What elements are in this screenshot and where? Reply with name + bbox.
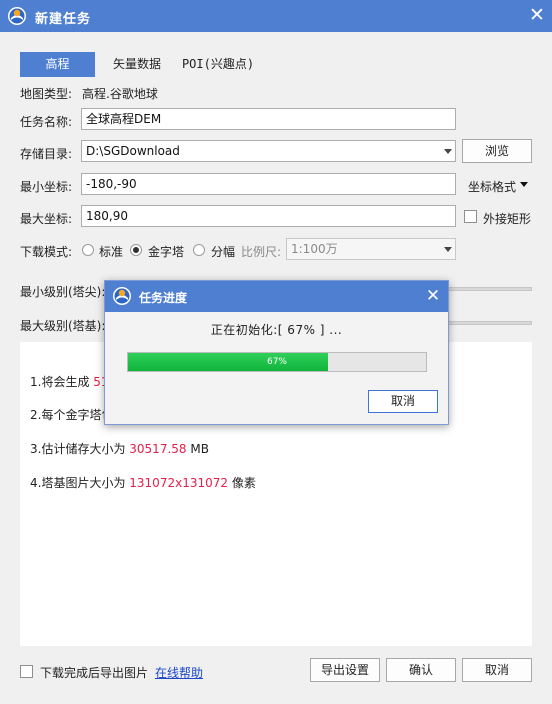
mode-standard-radio[interactable] bbox=[82, 244, 94, 256]
max-coord-input[interactable]: 180,90 bbox=[81, 205, 456, 227]
min-coord-input[interactable]: -180,-90 bbox=[81, 173, 456, 195]
map-type-value: 高程.谷歌地球 bbox=[82, 87, 158, 101]
ok-button[interactable]: 确认 bbox=[386, 658, 456, 682]
progress-dialog-title: 任务进度 bbox=[139, 291, 188, 305]
min-level-label: 最小级别(塔尖): bbox=[20, 285, 106, 299]
info-line-1: 1.将会生成 51 bbox=[30, 375, 109, 389]
progress-bar-text: 67% bbox=[266, 357, 287, 367]
scale-label: 比例尺: bbox=[241, 245, 282, 259]
window-title: 新建任务 bbox=[35, 12, 92, 27]
storage-size-value: 30517.58 bbox=[129, 442, 187, 456]
info-line-4: 4.塔基图片大小为 131072x131072 像素 bbox=[30, 476, 256, 490]
tab-elevation[interactable]: 高程 bbox=[20, 52, 95, 77]
coord-format-label: 坐标格式 bbox=[468, 180, 517, 194]
progress-dialog-title-bar: 任务进度 ✕ bbox=[105, 281, 448, 312]
image-size-value: 131072x131072 bbox=[129, 476, 228, 490]
mode-pyramid-radio[interactable] bbox=[130, 244, 142, 256]
app-logo-icon bbox=[113, 287, 131, 305]
min-coord-label: 最小坐标: bbox=[20, 180, 73, 194]
online-help-link[interactable]: 在线帮助 bbox=[155, 664, 203, 681]
map-type-label: 地图类型: bbox=[20, 87, 73, 101]
info-line-3: 3.估计储存大小为 30517.58 MB bbox=[30, 442, 209, 456]
download-mode-label: 下载模式: bbox=[20, 245, 73, 259]
mode-standard-label: 标准 bbox=[99, 245, 124, 259]
export-settings-button[interactable]: 导出设置 bbox=[310, 658, 380, 682]
mode-tiled-radio[interactable] bbox=[193, 244, 205, 256]
scale-value: 1:100万 bbox=[291, 242, 338, 256]
mode-tiled-label: 分幅 bbox=[211, 245, 236, 259]
export-after-label: 下载完成后导出图片 bbox=[40, 666, 149, 680]
max-level-label: 最大级别(塔基): bbox=[20, 319, 106, 333]
close-icon[interactable]: ✕ bbox=[423, 285, 443, 307]
browse-button[interactable]: 浏览 bbox=[462, 139, 532, 163]
task-name-input[interactable]: 全球高程DEM bbox=[81, 108, 456, 130]
progress-cancel-button[interactable]: 取消 bbox=[368, 390, 438, 413]
storage-value: D:\SGDownload bbox=[86, 144, 180, 158]
info-line-2: 2.每个金字塔包 bbox=[30, 408, 114, 422]
tab-vector-data[interactable]: 矢量数据 bbox=[104, 52, 170, 77]
tab-poi[interactable]: POI(兴趣点) bbox=[178, 52, 258, 77]
progress-dialog: 任务进度 ✕ 正在初始化:[ 67% ] ... 67% 取消 bbox=[104, 280, 449, 425]
progress-bar: 67% bbox=[127, 352, 427, 372]
progress-message: 正在初始化:[ 67% ] ... bbox=[210, 323, 343, 337]
caret-down-icon bbox=[520, 182, 528, 187]
scale-select[interactable]: 1:100万 bbox=[286, 238, 456, 260]
storage-label: 存储目录: bbox=[20, 147, 73, 161]
cancel-button[interactable]: 取消 bbox=[462, 658, 532, 682]
title-bar: 新建任务 ✕ bbox=[0, 0, 552, 32]
coord-format-button[interactable]: 坐标格式 bbox=[468, 178, 528, 195]
outer-rect-checkbox[interactable] bbox=[464, 210, 477, 223]
task-name-label: 任务名称: bbox=[20, 115, 73, 129]
chevron-down-icon bbox=[444, 247, 452, 252]
outer-rect-label: 外接矩形 bbox=[483, 212, 532, 226]
close-icon[interactable]: ✕ bbox=[527, 4, 547, 26]
storage-select[interactable]: D:\SGDownload bbox=[81, 140, 456, 162]
max-coord-label: 最大坐标: bbox=[20, 212, 73, 226]
export-after-checkbox[interactable] bbox=[20, 665, 33, 678]
mode-pyramid-label: 金字塔 bbox=[148, 245, 185, 259]
app-logo-icon bbox=[8, 7, 26, 25]
chevron-down-icon bbox=[444, 149, 452, 154]
